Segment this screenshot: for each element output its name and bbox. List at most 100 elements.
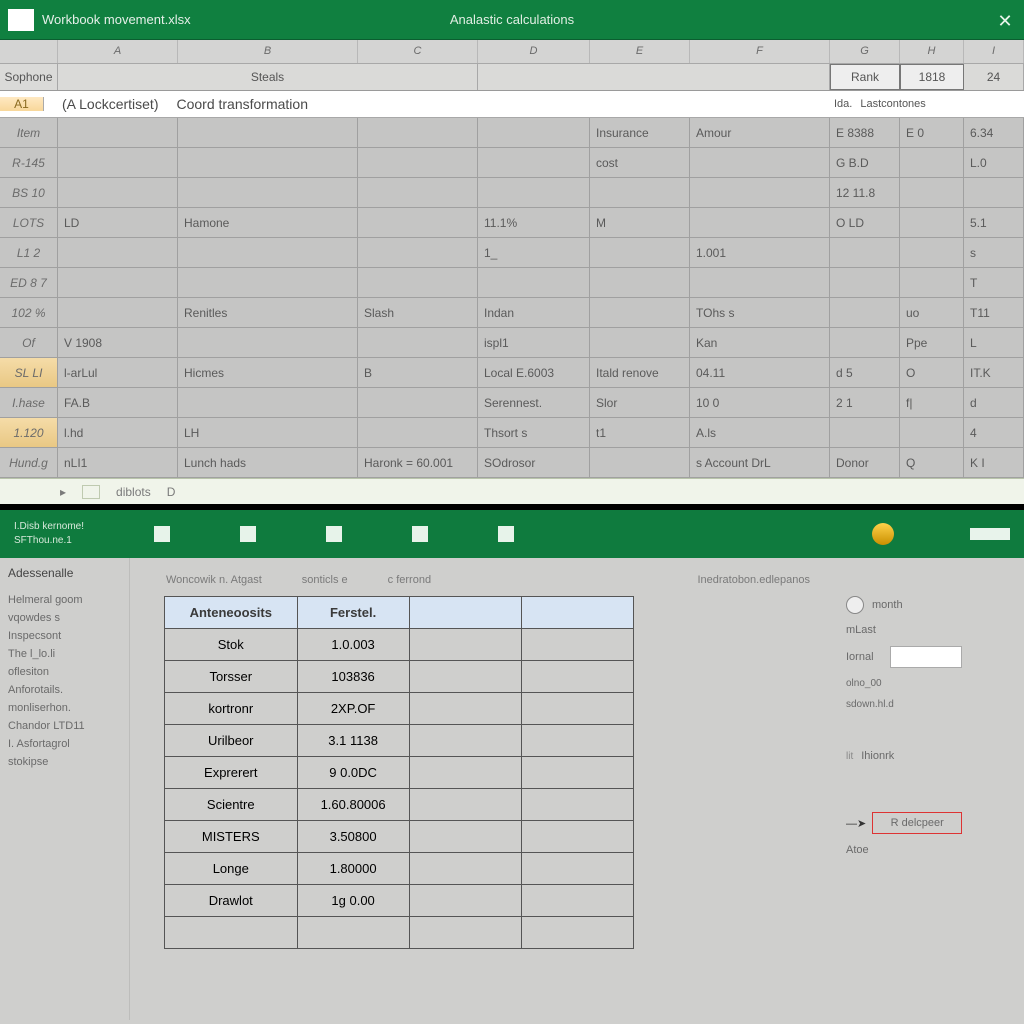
- sidebar-item[interactable]: [8, 792, 121, 810]
- grid-cell[interactable]: Hamone: [178, 208, 358, 237]
- grid-cell[interactable]: [478, 268, 590, 297]
- table-cell[interactable]: Torsser: [165, 661, 298, 693]
- ribbon-item-5[interactable]: [498, 526, 514, 542]
- grid-cell[interactable]: Thsort s: [478, 418, 590, 447]
- grid-cell[interactable]: [590, 268, 690, 297]
- ribbon-orb-icon[interactable]: [872, 523, 894, 545]
- ribbon-item-3[interactable]: [326, 526, 342, 542]
- grid-cell[interactable]: FA.B: [58, 388, 178, 417]
- grid-cell[interactable]: [590, 328, 690, 357]
- table-cell[interactable]: Stok: [165, 629, 298, 661]
- grid-cell[interactable]: [478, 178, 590, 207]
- grid-cell[interactable]: l-arLul: [58, 358, 178, 387]
- table-cell[interactable]: Scientre: [165, 789, 298, 821]
- table-cell[interactable]: [521, 725, 633, 757]
- grid-cell[interactable]: [358, 118, 478, 147]
- table-header[interactable]: Anteneoosits: [165, 597, 298, 629]
- grid-cell[interactable]: T11: [964, 298, 1024, 327]
- grid-cell[interactable]: Serennest.: [478, 388, 590, 417]
- grid-cell[interactable]: [178, 118, 358, 147]
- grid-cell[interactable]: TOhs s: [690, 298, 830, 327]
- grid-cell[interactable]: M: [590, 208, 690, 237]
- grid-cell[interactable]: 1_: [478, 238, 590, 267]
- row-head-cell[interactable]: ED 8 7: [0, 268, 58, 297]
- grid-cell[interactable]: Insurance: [590, 118, 690, 147]
- row-head-cell[interactable]: Of: [0, 328, 58, 357]
- header-rank[interactable]: Rank: [830, 64, 900, 90]
- col-letter-i[interactable]: I: [964, 40, 1024, 63]
- row-head-cell[interactable]: I.hase: [0, 388, 58, 417]
- row-head-cell[interactable]: SL LI: [0, 358, 58, 387]
- grid-cell[interactable]: [58, 238, 178, 267]
- grid-cell[interactable]: [58, 148, 178, 177]
- table-cell[interactable]: Urilbeor: [165, 725, 298, 757]
- grid-cell[interactable]: s Account DrL: [690, 448, 830, 477]
- table-header[interactable]: [409, 597, 521, 629]
- grid-cell[interactable]: Donor: [830, 448, 900, 477]
- table-cell[interactable]: [521, 821, 633, 853]
- table-header[interactable]: Ferstel.: [297, 597, 409, 629]
- grid-cell[interactable]: [690, 178, 830, 207]
- grid-cell[interactable]: [58, 178, 178, 207]
- grid-cell[interactable]: [58, 268, 178, 297]
- table-cell[interactable]: [521, 757, 633, 789]
- row-head-cell[interactable]: L1 2: [0, 238, 58, 267]
- data-table[interactable]: AnteneoositsFerstel. Stok1.0.003Torsser1…: [164, 596, 634, 949]
- grid-cell[interactable]: f|: [900, 388, 964, 417]
- row-head-cell[interactable]: Hund.g: [0, 448, 58, 477]
- grid-cell[interactable]: Local E.6003: [478, 358, 590, 387]
- table-cell[interactable]: [297, 917, 409, 949]
- sidebar-item[interactable]: stokipse: [8, 756, 121, 774]
- grid-cell[interactable]: [830, 238, 900, 267]
- col-letter-d[interactable]: D: [478, 40, 590, 63]
- grid-cell[interactable]: [900, 268, 964, 297]
- grid-cell[interactable]: Lunch hads: [178, 448, 358, 477]
- grid-cell[interactable]: [358, 238, 478, 267]
- table-cell[interactable]: 1.80000: [297, 853, 409, 885]
- grid-cell[interactable]: LH: [178, 418, 358, 447]
- grid-cell[interactable]: [590, 238, 690, 267]
- table-header[interactable]: [521, 597, 633, 629]
- grid-cell[interactable]: nLI1: [58, 448, 178, 477]
- sidebar-item[interactable]: The l_lo.li: [8, 648, 121, 666]
- grid-cell[interactable]: [178, 388, 358, 417]
- close-button[interactable]: ✕: [994, 10, 1016, 32]
- grid-cell[interactable]: l.hd: [58, 418, 178, 447]
- sidebar-item[interactable]: Inspecsont: [8, 630, 121, 648]
- table-cell[interactable]: 3.1 1138: [297, 725, 409, 757]
- ribbon-item-4[interactable]: [412, 526, 428, 542]
- grid-cell[interactable]: V 1908: [58, 328, 178, 357]
- grid-cell[interactable]: [900, 208, 964, 237]
- header-1818[interactable]: 1818: [900, 64, 964, 90]
- grid-cell[interactable]: [58, 118, 178, 147]
- grid-cell[interactable]: [178, 328, 358, 357]
- grid-cell[interactable]: Itald renove: [590, 358, 690, 387]
- grid-cell[interactable]: Amour: [690, 118, 830, 147]
- grid-cell[interactable]: Ppe: [900, 328, 964, 357]
- grid-cell[interactable]: uo: [900, 298, 964, 327]
- sheet-tab-2[interactable]: D: [167, 485, 176, 499]
- col-letter-g[interactable]: G: [830, 40, 900, 63]
- table-cell[interactable]: Exprerert: [165, 757, 298, 789]
- grid-cell[interactable]: O: [900, 358, 964, 387]
- grid-cell[interactable]: 6.34: [964, 118, 1024, 147]
- rp-input-1[interactable]: [890, 646, 962, 668]
- table-cell[interactable]: 1g 0.00: [297, 885, 409, 917]
- table-cell[interactable]: [521, 693, 633, 725]
- grid-cell[interactable]: [900, 418, 964, 447]
- col-letter-c[interactable]: C: [358, 40, 478, 63]
- grid-cell[interactable]: [690, 148, 830, 177]
- tab-nav-icon[interactable]: ▸: [60, 485, 66, 499]
- grid-cell[interactable]: s: [964, 238, 1024, 267]
- sidebar-item[interactable]: [8, 774, 121, 792]
- grid-cell[interactable]: [358, 388, 478, 417]
- table-cell[interactable]: [409, 661, 521, 693]
- grid-cell[interactable]: Renitles: [178, 298, 358, 327]
- sidebar-item[interactable]: monliserhon.: [8, 702, 121, 720]
- sidebar-item[interactable]: vqowdes s: [8, 612, 121, 630]
- grid-cell[interactable]: K I: [964, 448, 1024, 477]
- table-cell[interactable]: [409, 789, 521, 821]
- grid-cell[interactable]: Hicmes: [178, 358, 358, 387]
- grid-cell[interactable]: L: [964, 328, 1024, 357]
- grid-cell[interactable]: [358, 268, 478, 297]
